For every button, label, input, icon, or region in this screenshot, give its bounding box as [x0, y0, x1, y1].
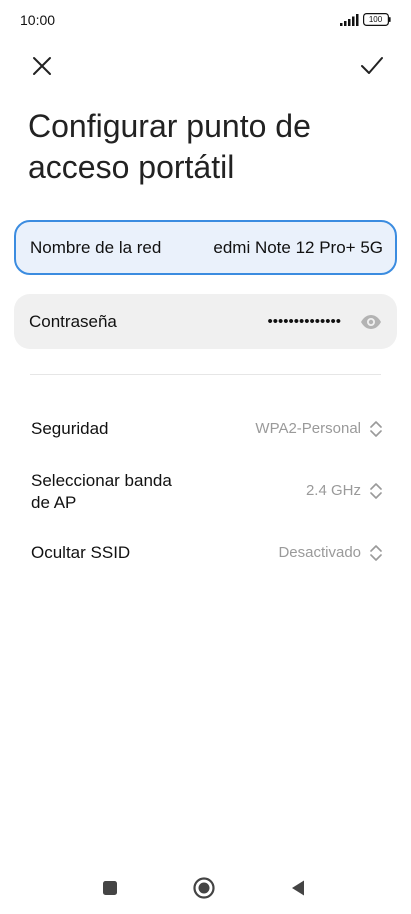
- network-name-field[interactable]: Nombre de la red edmi Note 12 Pro+ 5G: [14, 220, 397, 275]
- security-value: WPA2-Personal: [255, 420, 361, 437]
- triangle-back-icon: [292, 880, 304, 896]
- divider: [30, 374, 381, 375]
- back-button[interactable]: [286, 876, 310, 900]
- home-button[interactable]: [192, 876, 216, 900]
- circle-icon: [193, 877, 215, 899]
- security-label: Seguridad: [31, 419, 109, 438]
- password-label: Contraseña: [29, 312, 117, 331]
- network-name-label: Nombre de la red: [30, 238, 162, 257]
- square-icon: [103, 881, 117, 895]
- confirm-button[interactable]: [356, 50, 388, 82]
- password-field[interactable]: Contraseña ••••••••••••••: [14, 294, 397, 349]
- status-time: 10:00: [20, 12, 56, 28]
- eye-icon[interactable]: [359, 310, 383, 334]
- check-icon: [361, 57, 383, 74]
- updown-chevron-icon: [370, 545, 382, 561]
- battery-level: 100: [368, 15, 383, 24]
- security-row[interactable]: Seguridad WPA2-Personal: [31, 418, 383, 442]
- updown-chevron-icon: [370, 483, 382, 499]
- status-bar: 10:00 100: [0, 0, 411, 40]
- signal-icon: [340, 14, 359, 26]
- navigation-bar: [0, 860, 411, 914]
- close-button[interactable]: [26, 50, 58, 82]
- hide-ssid-label: Ocultar SSID: [31, 543, 131, 562]
- hide-ssid-row[interactable]: Ocultar SSID Desactivado: [31, 542, 383, 566]
- recents-button[interactable]: [98, 876, 122, 900]
- hide-ssid-value: Desactivado: [278, 544, 361, 561]
- ap-band-value: 2.4 GHz: [305, 482, 361, 499]
- ap-band-label: Seleccionar banda de AP: [31, 471, 172, 512]
- ap-band-row[interactable]: Seleccionar banda de AP 2.4 GHz: [31, 470, 383, 516]
- password-input[interactable]: ••••••••••••••: [267, 294, 341, 349]
- close-icon: [33, 57, 51, 75]
- network-name-input[interactable]: edmi Note 12 Pro+ 5G: [213, 222, 383, 273]
- updown-chevron-icon: [370, 421, 382, 437]
- page-title: Configurar punto de acceso portátil: [28, 108, 311, 185]
